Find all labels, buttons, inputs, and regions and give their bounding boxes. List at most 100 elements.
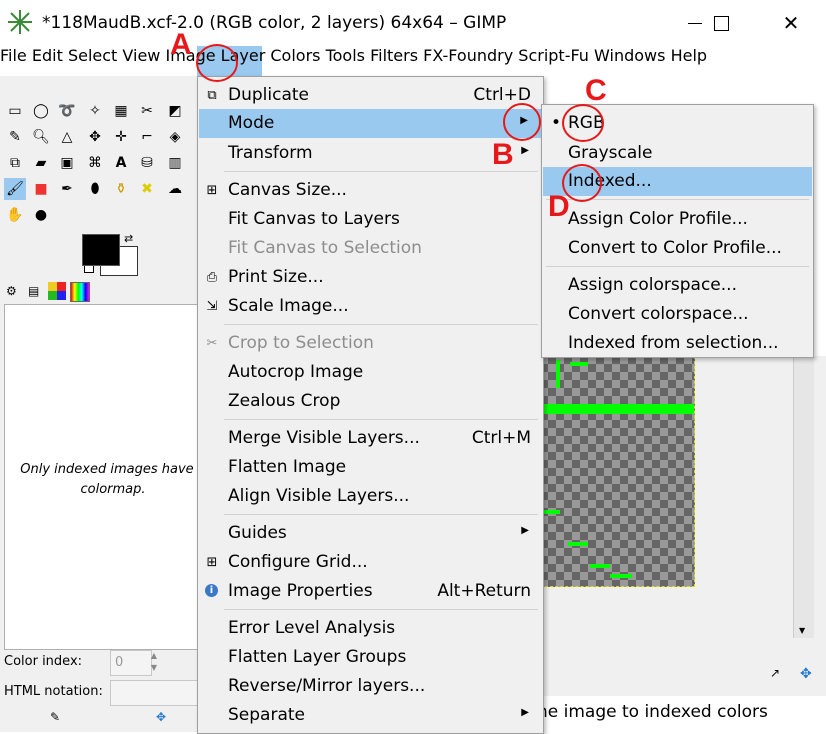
heal-icon[interactable]: ✖ xyxy=(136,178,158,200)
zoom-icon[interactable]: 🔍︎ xyxy=(30,126,52,148)
dodge-burn-icon[interactable]: ✋ xyxy=(4,204,26,226)
annotation-circle-d xyxy=(562,164,602,202)
green-pixel xyxy=(590,564,610,568)
rect-select-icon[interactable]: ▭ xyxy=(4,100,26,122)
paintbrush-icon[interactable]: 🖌︎ xyxy=(4,178,26,200)
blur-sharpen-icon[interactable]: ● xyxy=(30,204,52,226)
airbrush-icon[interactable]: ✒ xyxy=(56,178,78,200)
ink-icon[interactable]: ⬮ xyxy=(84,178,106,200)
color-picker-icon[interactable]: ✎ xyxy=(4,126,26,148)
clone-icon[interactable]: ⚱ xyxy=(110,178,132,200)
menu-item-fit-canvas-layers[interactable]: Fit Canvas to Layers xyxy=(198,205,543,234)
html-notation-input[interactable] xyxy=(110,680,198,706)
vertical-scrollbar[interactable]: ▼ xyxy=(793,356,814,638)
image-menu-dropdown: ⧉ Duplicate Ctrl+D Mode ▶ Transform ▶ ⊞ … xyxy=(197,76,544,734)
dock-tabs: ⚙ ▤ xyxy=(4,282,197,302)
add-color-icon[interactable]: ✥ xyxy=(156,710,166,724)
align-icon[interactable]: ✛ xyxy=(110,126,132,148)
menu-item-indexed-from-selection[interactable]: Indexed from selection... xyxy=(542,329,813,358)
color-index-stepper[interactable]: ▲ ▼ xyxy=(148,650,160,674)
menu-item-label: Print Size... xyxy=(228,267,324,287)
menu-item-zealous-crop[interactable]: Zealous Crop xyxy=(198,387,543,416)
menu-item-label: Autocrop Image xyxy=(228,362,364,382)
menu-item-duplicate[interactable]: ⧉ Duplicate Ctrl+D xyxy=(198,81,543,110)
submenu-arrow-icon: ▶ xyxy=(521,707,529,718)
perspective-icon[interactable]: ▣ xyxy=(56,152,78,174)
menu-item-fit-canvas-selection[interactable]: Fit Canvas to Selection xyxy=(198,234,543,263)
menu-fx-foundry[interactable]: FX-Foundry xyxy=(423,46,513,65)
foreground-color-swatch[interactable] xyxy=(82,234,120,266)
free-select-icon[interactable]: ➰ xyxy=(56,100,78,122)
shear-icon[interactable]: ▰ xyxy=(30,152,52,174)
device-status-tab-icon[interactable]: ▤ xyxy=(28,284,39,298)
menu-filters[interactable]: Filters xyxy=(370,46,418,65)
menu-item-label: Zealous Crop xyxy=(228,391,341,411)
menu-item-merge-visible[interactable]: Merge Visible Layers... Ctrl+M xyxy=(198,424,543,453)
color-select-icon[interactable]: ▦ xyxy=(110,100,132,122)
menu-item-image-properties[interactable]: i Image Properties Alt+Return xyxy=(198,577,543,606)
mode-submenu: • RGB Grayscale Indexed... Assign Color … xyxy=(541,104,814,358)
palettes-tab-icon[interactable] xyxy=(48,282,66,300)
menu-item-label: Fit Canvas to Layers xyxy=(228,209,400,229)
menu-view[interactable]: View xyxy=(122,46,160,65)
menu-item-separate[interactable]: Separate ▶ xyxy=(198,701,543,730)
menu-item-convert-colorspace[interactable]: Convert colorspace... xyxy=(542,300,813,329)
annotation-c: C xyxy=(585,74,607,107)
eraser-icon[interactable]: ■ xyxy=(30,178,52,200)
menu-item-assign-colorspace[interactable]: Assign colorspace... xyxy=(542,271,813,300)
menu-item-label: Align Visible Layers... xyxy=(228,486,410,506)
gradient-icon[interactable]: ▥ xyxy=(164,152,186,174)
text-tool-icon[interactable]: A xyxy=(110,152,132,174)
tool-options-tab-icon[interactable]: ⚙ xyxy=(6,284,17,298)
scroll-down-icon[interactable]: ▼ xyxy=(799,626,805,635)
menu-item-scale-image[interactable]: ⇲ Scale Image... xyxy=(198,292,543,321)
path-icon[interactable]: ⌘ xyxy=(84,152,106,174)
menu-script-fu[interactable]: Script-Fu xyxy=(518,46,589,65)
menu-colors[interactable]: Colors xyxy=(270,46,320,65)
ellipse-select-icon[interactable]: ◯ xyxy=(30,100,52,122)
image-canvas[interactable] xyxy=(540,356,695,587)
colormap-tab-icon[interactable] xyxy=(70,282,90,302)
menu-item-mode[interactable]: Mode ▶ xyxy=(199,109,542,138)
menu-item-autocrop[interactable]: Autocrop Image xyxy=(198,358,543,387)
menu-item-align-visible[interactable]: Align Visible Layers... xyxy=(198,482,543,511)
menu-file[interactable]: File xyxy=(0,46,27,65)
foreground-select-icon[interactable]: ◩ xyxy=(164,100,186,122)
annotation-circle-c xyxy=(562,104,604,142)
menu-item-convert-profile[interactable]: Convert to Color Profile... xyxy=(542,234,813,263)
swap-colors-icon[interactable]: ⇄ xyxy=(124,232,133,245)
rotate-icon[interactable]: ◈ xyxy=(164,126,186,148)
menu-edit[interactable]: Edit xyxy=(32,46,63,65)
smudge-icon[interactable]: ☁ xyxy=(164,178,186,200)
maximize-button[interactable] xyxy=(696,0,746,46)
menu-item-flatten-image[interactable]: Flatten Image xyxy=(198,453,543,482)
menu-item-canvas-size[interactable]: ⊞ Canvas Size... xyxy=(198,176,543,205)
scissors-icon[interactable]: ✂ xyxy=(136,100,158,122)
menu-item-error-level[interactable]: Error Level Analysis xyxy=(198,614,543,643)
menu-tools[interactable]: Tools xyxy=(326,46,365,65)
scale-icon[interactable]: ⧉ xyxy=(4,152,26,174)
fuzzy-select-icon[interactable]: ✧ xyxy=(84,100,106,122)
menu-item-guides[interactable]: Guides ▶ xyxy=(198,519,543,548)
edit-colormap-icon[interactable]: ✎ xyxy=(50,710,60,724)
move-icon[interactable]: ✥ xyxy=(84,126,106,148)
navigate-icon[interactable]: ✥ xyxy=(800,666,812,682)
measure-icon[interactable]: △ xyxy=(56,126,78,148)
menu-item-assign-profile[interactable]: Assign Color Profile... xyxy=(542,205,813,234)
bucket-fill-icon[interactable]: ⛁ xyxy=(136,152,158,174)
zoom-button-icon[interactable]: ↗ xyxy=(770,666,780,680)
menu-windows[interactable]: Windows xyxy=(594,46,665,65)
menu-item-label: Duplicate xyxy=(228,85,309,105)
menu-item-reverse-layers[interactable]: Reverse/Mirror layers... xyxy=(198,672,543,701)
menu-item-crop-selection[interactable]: ✂ Crop to Selection xyxy=(198,329,543,358)
close-button[interactable]: ✕ xyxy=(766,0,816,46)
separator xyxy=(224,419,538,420)
menu-item-flatten-groups[interactable]: Flatten Layer Groups xyxy=(198,643,543,672)
menu-select[interactable]: Select xyxy=(68,46,117,65)
gimp-app-icon xyxy=(8,10,32,34)
color-index-input[interactable]: 0 xyxy=(110,650,152,676)
menu-item-configure-grid[interactable]: ⊞ Configure Grid... xyxy=(198,548,543,577)
menu-help[interactable]: Help xyxy=(671,46,707,65)
crop-icon[interactable]: ⌐ xyxy=(136,126,158,148)
menu-item-print-size[interactable]: ⎙ Print Size... xyxy=(198,263,543,292)
